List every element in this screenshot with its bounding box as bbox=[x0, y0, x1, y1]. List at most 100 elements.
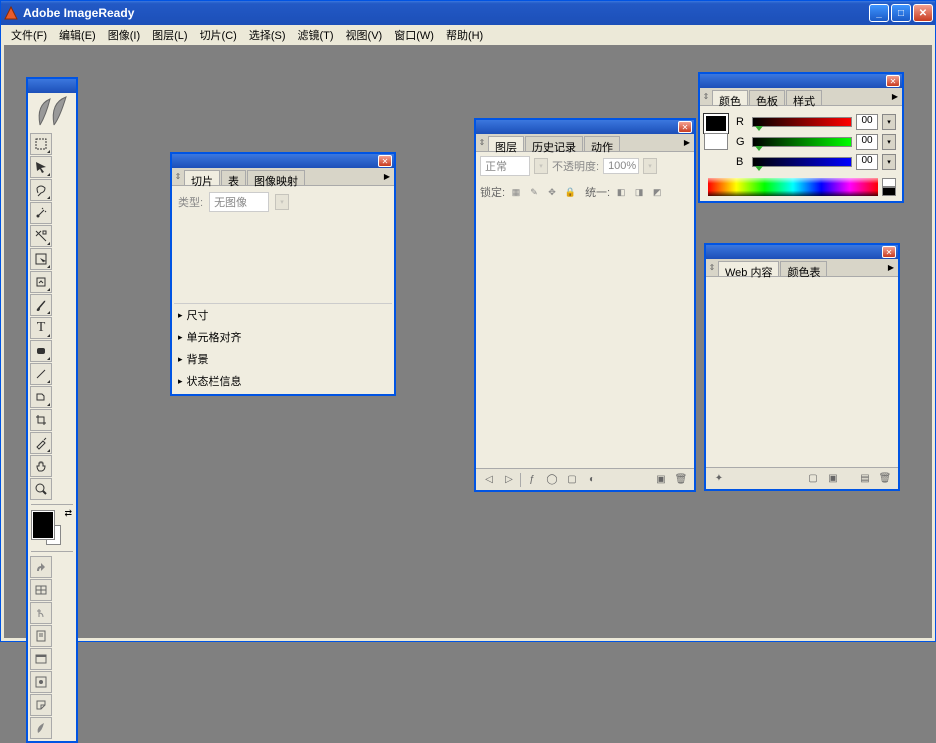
menu-slice[interactable]: 切片(C) bbox=[194, 25, 243, 45]
dropdown-icon[interactable]: ▾ bbox=[643, 158, 657, 174]
wand-tool[interactable] bbox=[30, 202, 52, 224]
section-background[interactable]: 背景 bbox=[174, 348, 392, 370]
tab-layers[interactable]: 图层 bbox=[488, 136, 524, 151]
trash-icon[interactable]: 🗑 bbox=[672, 472, 690, 488]
dropdown-icon[interactable]: ▾ bbox=[882, 154, 896, 170]
type-tool[interactable]: T bbox=[30, 317, 52, 339]
folder-icon[interactable]: ▢ bbox=[563, 472, 581, 488]
r-slider[interactable] bbox=[752, 117, 852, 127]
tab-color-table[interactable]: 颜色表 bbox=[780, 261, 827, 276]
slice-options-icon[interactable]: ▢ bbox=[804, 471, 822, 487]
close-icon[interactable]: ✕ bbox=[886, 75, 900, 87]
black-swatch[interactable] bbox=[882, 187, 896, 196]
lock-position-icon[interactable]: ✥ bbox=[545, 185, 559, 199]
mask-icon[interactable]: ◯ bbox=[543, 472, 561, 488]
menu-image[interactable]: 图像(I) bbox=[102, 25, 146, 45]
tab-web-content[interactable]: Web 内容 bbox=[718, 261, 779, 276]
jump-to-icon[interactable] bbox=[30, 671, 52, 693]
lock-pixels-icon[interactable]: ▦ bbox=[509, 185, 523, 199]
close-button[interactable]: ✕ bbox=[913, 4, 933, 22]
section-status[interactable]: 状态栏信息 bbox=[174, 370, 392, 392]
new-state-icon[interactable]: ▤ bbox=[856, 471, 874, 487]
g-slider[interactable] bbox=[752, 137, 852, 147]
slice-select-tool[interactable] bbox=[30, 248, 52, 270]
minimize-button[interactable]: _ bbox=[869, 4, 889, 22]
titlebar[interactable]: Adobe ImageReady _ □ ✕ bbox=[1, 1, 935, 25]
panel-menu-icon[interactable]: ▶ bbox=[888, 88, 902, 105]
toggle-slices-icon[interactable] bbox=[30, 579, 52, 601]
unify-visibility-icon[interactable]: ◨ bbox=[632, 185, 646, 199]
next-icon[interactable]: ▷ bbox=[500, 472, 518, 488]
color-panel-titlebar[interactable]: ✕ bbox=[700, 74, 902, 88]
tab-table[interactable]: 表 bbox=[221, 170, 246, 185]
crop-tool[interactable] bbox=[30, 409, 52, 431]
prev-icon[interactable]: ◁ bbox=[480, 472, 498, 488]
menu-select[interactable]: 选择(S) bbox=[243, 25, 292, 45]
color-preview[interactable] bbox=[704, 114, 728, 150]
shape-tool[interactable] bbox=[30, 340, 52, 362]
trash-icon[interactable]: 🗑 bbox=[876, 471, 894, 487]
preview-browser-icon[interactable] bbox=[30, 648, 52, 670]
spectrum-picker[interactable] bbox=[708, 178, 878, 196]
adjustment-icon[interactable]: ◐ bbox=[583, 472, 601, 488]
grip-icon[interactable]: ⇕ bbox=[172, 168, 184, 185]
menu-help[interactable]: 帮助(H) bbox=[440, 25, 489, 45]
move-tool[interactable] bbox=[30, 156, 52, 178]
close-icon[interactable]: ✕ bbox=[678, 121, 692, 133]
style-icon[interactable]: ƒ bbox=[523, 472, 541, 488]
section-cell-align[interactable]: 单元格对齐 bbox=[174, 326, 392, 348]
edit-photoshop-icon[interactable] bbox=[30, 694, 52, 716]
tab-history[interactable]: 历史记录 bbox=[525, 136, 583, 151]
slice-tool[interactable] bbox=[30, 225, 52, 247]
new-folder-icon[interactable]: ▣ bbox=[824, 471, 842, 487]
toolbox-titlebar[interactable] bbox=[28, 79, 76, 93]
dropdown-icon[interactable]: ▾ bbox=[534, 158, 548, 174]
close-icon[interactable]: ✕ bbox=[378, 155, 392, 167]
menu-edit[interactable]: 编辑(E) bbox=[53, 25, 102, 45]
dropdown-icon[interactable]: ▾ bbox=[882, 134, 896, 150]
menu-window[interactable]: 窗口(W) bbox=[388, 25, 440, 45]
zoom-tool[interactable] bbox=[30, 478, 52, 500]
layers-panel-titlebar[interactable]: ✕ bbox=[476, 120, 694, 134]
hand-tool[interactable] bbox=[30, 455, 52, 477]
lock-brush-icon[interactable]: ✎ bbox=[527, 185, 541, 199]
unify-style-icon[interactable]: ◩ bbox=[650, 185, 664, 199]
new-layer-icon[interactable]: ▣ bbox=[652, 472, 670, 488]
foreground-color[interactable] bbox=[32, 511, 54, 539]
dropdown-icon[interactable]: ▾ bbox=[275, 194, 289, 210]
tab-rect-tool[interactable] bbox=[30, 386, 52, 408]
unify-position-icon[interactable]: ◧ bbox=[614, 185, 628, 199]
g-input[interactable]: 00 bbox=[856, 134, 878, 150]
tab-swatches[interactable]: 色板 bbox=[749, 90, 785, 105]
feather-icon[interactable] bbox=[30, 717, 52, 739]
r-input[interactable]: 00 bbox=[856, 114, 878, 130]
dropdown-icon[interactable]: ▾ bbox=[882, 114, 896, 130]
panel-menu-icon[interactable]: ▶ bbox=[680, 134, 694, 151]
swap-colors-icon[interactable]: ⇄ bbox=[64, 508, 72, 545]
line-tool[interactable] bbox=[30, 363, 52, 385]
rollover-state-icon[interactable]: ✦ bbox=[710, 471, 728, 487]
grip-icon[interactable]: ⇕ bbox=[476, 134, 488, 151]
b-input[interactable]: 00 bbox=[856, 154, 878, 170]
close-icon[interactable]: ✕ bbox=[882, 246, 896, 258]
slice-panel-titlebar[interactable]: ✕ bbox=[172, 154, 394, 168]
maximize-button[interactable]: □ bbox=[891, 4, 911, 22]
grip-icon[interactable]: ⇕ bbox=[706, 259, 718, 276]
tab-slice[interactable]: 切片 bbox=[184, 170, 220, 185]
section-dimensions[interactable]: 尺寸 bbox=[174, 304, 392, 326]
tab-imagemap[interactable]: 图像映射 bbox=[247, 170, 305, 185]
tab-color[interactable]: 颜色 bbox=[712, 90, 748, 105]
lock-all-icon[interactable]: 🔒 bbox=[563, 185, 577, 199]
image-map-tool[interactable] bbox=[30, 271, 52, 293]
color-swatches[interactable]: ⇄ bbox=[28, 507, 76, 549]
blend-mode-select[interactable]: 正常 bbox=[480, 156, 530, 176]
white-swatch[interactable] bbox=[882, 178, 896, 187]
rollover-icon[interactable] bbox=[30, 602, 52, 624]
brush-tool[interactable] bbox=[30, 294, 52, 316]
panel-menu-icon[interactable]: ▶ bbox=[884, 259, 898, 276]
tab-actions[interactable]: 动作 bbox=[584, 136, 620, 151]
menu-filter[interactable]: 滤镜(T) bbox=[292, 25, 340, 45]
web-panel-titlebar[interactable]: ✕ bbox=[706, 245, 898, 259]
image-map-palette-icon[interactable] bbox=[30, 556, 52, 578]
lasso-tool[interactable] bbox=[30, 179, 52, 201]
